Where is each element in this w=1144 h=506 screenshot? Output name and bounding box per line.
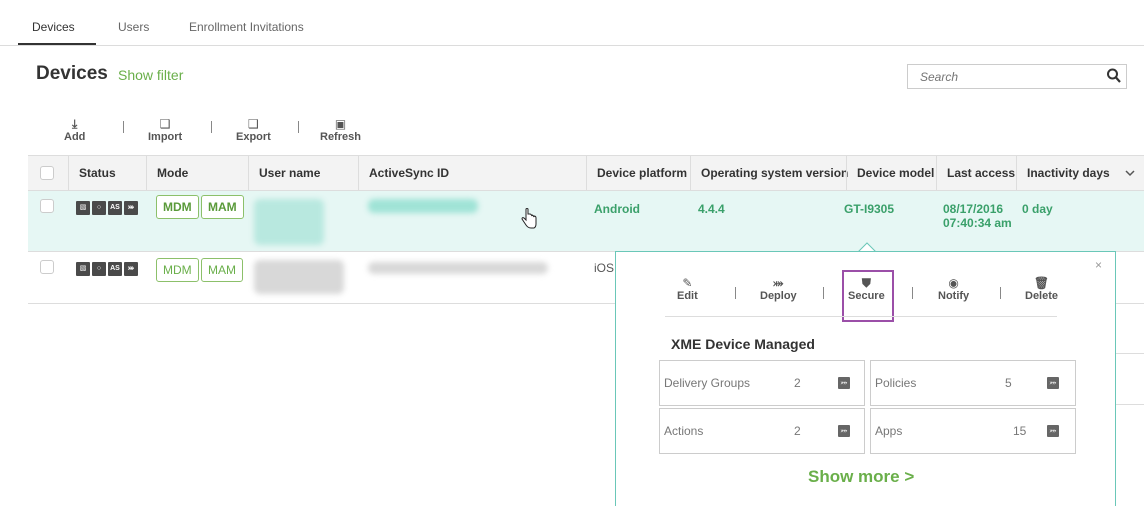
page-title: Devices (36, 63, 108, 84)
row-checkbox[interactable] (40, 260, 54, 274)
import-icon: ❑ (159, 117, 171, 131)
redacted-activesync-id (368, 199, 478, 213)
device-model: GT-I9305 (844, 202, 895, 216)
device-icon: ▧ (76, 262, 90, 276)
stat-value: 5 (1005, 376, 1012, 390)
add-button[interactable]: ⤓ Add (64, 117, 85, 143)
mode-mdm-badge: MDM (156, 195, 199, 219)
status-icons: ▧ ○ AS ⤗ (76, 201, 138, 215)
os-version: 4.4.4 (698, 202, 725, 216)
toolbar-divider (211, 121, 212, 133)
pencil-icon: ✎ (682, 276, 693, 290)
row-divider (1116, 404, 1144, 405)
show-filter-link[interactable]: Show filter (118, 67, 183, 83)
trash-icon: 🗑 (1033, 276, 1050, 290)
status-icons: ▧ ○ AS ⤗ (76, 262, 138, 276)
stat-label: Policies (875, 376, 917, 390)
action-divider (1000, 287, 1001, 299)
activesync-icon: AS (108, 201, 122, 215)
power-icon: ○ (92, 262, 106, 276)
shuffle-icon: ⤗ (124, 262, 138, 276)
action-divider (735, 287, 736, 299)
tab-bar: Devices Users Enrollment Invitations (0, 0, 1144, 46)
shuffle-icon: ⤗ (838, 377, 850, 389)
refresh-icon: ▣ (334, 117, 347, 131)
action-divider (912, 287, 913, 299)
inactivity-days: 0 day (1022, 202, 1053, 216)
row-checkbox[interactable] (40, 199, 54, 213)
redacted-user-name (254, 199, 324, 245)
stat-value: 15 (1013, 424, 1027, 438)
column-status[interactable]: Status (68, 156, 146, 190)
device-icon: ▧ (76, 201, 90, 215)
table-row[interactable]: ▧ ○ AS ⤗ MDM MAM Android 4.4.4 GT-I9305 … (28, 191, 1144, 252)
mode-mam-badge: MAM (201, 258, 243, 282)
column-last-access[interactable]: Last access (936, 156, 1016, 190)
device-platform: iOS (594, 261, 615, 275)
column-device-platform[interactable]: Device platform (586, 156, 690, 190)
column-device-model[interactable]: Device model (846, 156, 936, 190)
popover-title: XME Device Managed (671, 336, 815, 352)
refresh-button[interactable]: ▣ Refresh (320, 117, 361, 143)
chevron-down-icon[interactable] (1124, 167, 1136, 179)
notify-icon: ◉ (948, 276, 959, 290)
shuffle-icon: ⤗ (1047, 425, 1059, 437)
stat-label: Apps (875, 424, 903, 438)
column-activesync-id[interactable]: ActiveSync ID (358, 156, 586, 190)
stat-value: 2 (794, 376, 801, 390)
shuffle-icon: ⤗ (773, 276, 784, 290)
policies-tile[interactable]: Policies 5 ⤗ (870, 360, 1076, 406)
tab-enrollment-invitations[interactable]: Enrollment Invitations (189, 20, 304, 34)
stat-label: Actions (664, 424, 704, 438)
search-box (907, 64, 1127, 89)
search-input[interactable] (920, 68, 1090, 86)
last-access-date: 08/17/2016 (943, 202, 1004, 216)
delete-button[interactable]: 🗑 Delete (1025, 276, 1058, 302)
export-button[interactable]: ❑ Export (236, 117, 271, 143)
mode-mdm-badge: MDM (156, 258, 199, 282)
search-icon[interactable] (1106, 67, 1122, 85)
shuffle-icon: ⤗ (838, 425, 850, 437)
select-all-checkbox[interactable] (40, 166, 54, 180)
apps-tile[interactable]: Apps 15 ⤗ (870, 408, 1076, 454)
mode-mam-badge: MAM (201, 195, 244, 219)
actions-tile[interactable]: Actions 2 ⤗ (659, 408, 865, 454)
column-mode[interactable]: Mode (146, 156, 248, 190)
notify-button[interactable]: ◉ Notify (938, 276, 969, 302)
popover-divider (665, 316, 1057, 317)
redacted-user-name (254, 260, 344, 294)
secure-highlight-box (842, 270, 894, 322)
redacted-activesync-id (368, 262, 548, 274)
import-button[interactable]: ❑ Import (148, 117, 182, 143)
shuffle-icon: ⤗ (1047, 377, 1059, 389)
action-divider (823, 287, 824, 299)
stat-label: Delivery Groups (664, 376, 751, 390)
hand-cursor-icon (521, 208, 537, 229)
toolbar-divider (298, 121, 299, 133)
export-icon: ❑ (248, 117, 259, 131)
active-tab-indicator (18, 43, 96, 45)
tab-devices[interactable]: Devices (32, 20, 75, 34)
column-user-name[interactable]: User name (248, 156, 358, 190)
toolbar-divider (123, 121, 124, 133)
power-icon: ○ (92, 201, 106, 215)
activesync-icon: AS (108, 262, 122, 276)
delivery-groups-tile[interactable]: Delivery Groups 2 ⤗ (659, 360, 865, 406)
device-platform: Android (594, 202, 640, 216)
last-access-time: 07:40:34 am (943, 216, 1012, 230)
close-icon[interactable]: × (1095, 258, 1102, 272)
deploy-button[interactable]: ⤗ Deploy (760, 276, 797, 302)
stat-value: 2 (794, 424, 801, 438)
shuffle-icon: ⤗ (124, 201, 138, 215)
row-divider (1116, 353, 1144, 354)
show-more-link[interactable]: Show more > (808, 467, 914, 487)
tab-users[interactable]: Users (118, 20, 149, 34)
add-icon: ⤓ (72, 117, 78, 131)
edit-button[interactable]: ✎ Edit (677, 276, 698, 302)
column-os-version[interactable]: Operating system version (690, 156, 848, 190)
table-header: Status Mode User name ActiveSync ID Devi… (28, 155, 1144, 191)
